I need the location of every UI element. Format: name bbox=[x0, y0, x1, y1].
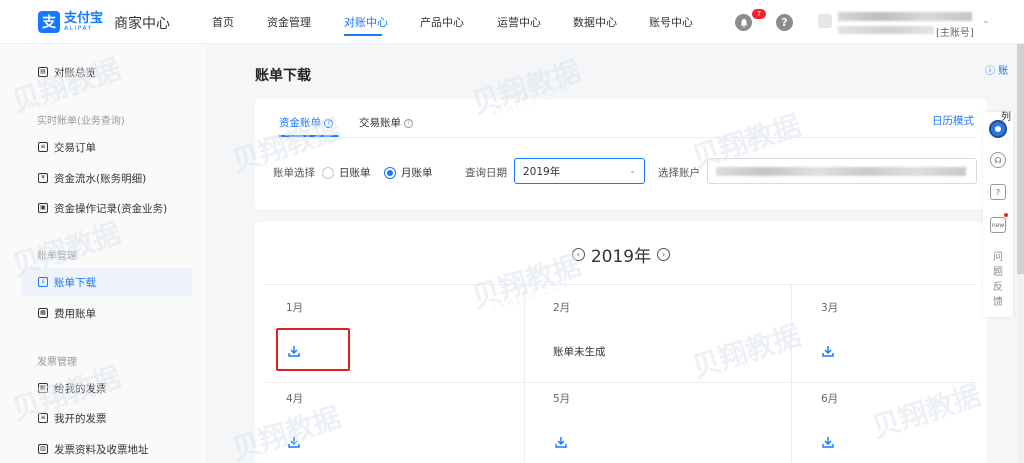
flow-icon: ¥ bbox=[38, 173, 48, 183]
sidebar: ▤ 对账总览 实时账单(业务查询) ≡ 交易订单 ¥ 资金流水(账务明细) ▣ … bbox=[0, 44, 206, 463]
radio-circle bbox=[322, 166, 334, 179]
nav-item-data[interactable]: 数据中心 bbox=[573, 14, 617, 30]
new-indicator-dot bbox=[1004, 213, 1008, 217]
download-icon-mar[interactable] bbox=[821, 344, 835, 358]
calendar-card: ‹ 2019年 › 1月 2月 3月 账单未生成 4月 5月 6月 bbox=[255, 222, 987, 463]
overview-icon: ▤ bbox=[38, 67, 48, 77]
user-name-redacted bbox=[838, 12, 972, 21]
record-icon: ▣ bbox=[38, 203, 48, 213]
radio-circle-checked bbox=[384, 166, 396, 179]
floating-toolbar: ☊ ? new 问题反馈 bbox=[983, 112, 1013, 317]
month-apr-label: 4月 bbox=[286, 393, 304, 405]
sidebar-item-bill-download[interactable]: ↓ 账单下载 bbox=[22, 268, 192, 296]
tab-trade-bill[interactable]: 交易账单? bbox=[359, 115, 413, 130]
nav-item-products[interactable]: 产品中心 bbox=[420, 14, 464, 30]
month-may-label: 5月 bbox=[553, 393, 571, 405]
bill-not-generated: 账单未生成 bbox=[553, 346, 606, 358]
query-date-label: 查询日期 bbox=[465, 167, 507, 179]
sidebar-item-invoices-to-me[interactable]: ▤ 给我的发票 bbox=[22, 374, 192, 402]
address-icon: ▥ bbox=[38, 444, 48, 454]
bill-icon: ▦ bbox=[38, 308, 48, 318]
bell-icon[interactable] bbox=[735, 14, 752, 31]
headset-icon[interactable]: ☊ bbox=[990, 152, 1006, 168]
sidebar-group-bill-management: 账单管理 bbox=[37, 251, 77, 262]
radio-daily-bill[interactable]: 日账单 bbox=[322, 165, 371, 180]
nav-item-reconciliation[interactable]: 对账中心 bbox=[344, 14, 388, 30]
year-switcher: ‹ 2019年 › bbox=[255, 242, 987, 267]
month-jun-label: 6月 bbox=[821, 393, 839, 405]
scrollbar-thumb[interactable] bbox=[1017, 44, 1024, 274]
nav-item-account[interactable]: 账号中心 bbox=[649, 14, 693, 30]
help-circle-icon: ⓘ bbox=[985, 66, 995, 77]
notification-badge: 7 bbox=[752, 9, 766, 19]
user-id-redacted bbox=[838, 26, 934, 34]
invoice-out-icon: ≡ bbox=[38, 413, 48, 423]
invoice-icon: ▤ bbox=[38, 383, 48, 393]
page-title: 账单下载 bbox=[255, 68, 311, 84]
calendar-mode-link[interactable]: 日历模式 bbox=[932, 113, 974, 128]
month-jan-label: 1月 bbox=[286, 302, 304, 314]
month-mar-label: 3月 bbox=[821, 302, 839, 314]
nav-active-underline bbox=[344, 34, 382, 36]
next-year-icon[interactable]: › bbox=[657, 248, 671, 261]
sidebar-group-realtime: 实时账单(业务查询) bbox=[37, 116, 125, 127]
document-icon: ≡ bbox=[38, 142, 48, 152]
year-label: 2019年 bbox=[590, 247, 652, 267]
feedback-button[interactable]: 问题反馈 bbox=[992, 250, 1004, 310]
download-icon: ↓ bbox=[38, 277, 48, 287]
bill-select-label: 账单选择 bbox=[273, 167, 315, 179]
top-bar: 支 支付宝 ALIPAY 商家中心 首页 资金管理 对账中心 产品中心 运营中心… bbox=[0, 0, 1024, 44]
account-select-label: 选择账户 bbox=[658, 167, 700, 179]
prev-year-icon[interactable]: ‹ bbox=[571, 248, 585, 261]
sidebar-item-overview[interactable]: ▤ 对账总览 bbox=[22, 58, 192, 86]
nav-item-operations[interactable]: 运营中心 bbox=[497, 14, 541, 30]
question-icon[interactable]: ? bbox=[324, 119, 333, 128]
sidebar-group-invoice: 发票管理 bbox=[37, 357, 77, 368]
sidebar-item-fund-operations[interactable]: ▣ 资金操作记录(资金业务) bbox=[22, 194, 192, 222]
filter-card: 资金账单? 交易账单? 日历模式 账单选择 日账单 月账单 查询日期 2019年… bbox=[255, 99, 987, 209]
account-select[interactable] bbox=[707, 158, 977, 184]
merchant-center-title: 商家中心 bbox=[114, 16, 170, 32]
nav-item-home[interactable]: 首页 bbox=[212, 14, 234, 30]
download-icon-jun[interactable] bbox=[821, 435, 835, 449]
new-icon[interactable]: new bbox=[990, 217, 1006, 233]
grid-divider bbox=[265, 284, 977, 285]
column-menu-label[interactable]: 列 bbox=[1001, 108, 1011, 123]
query-date-select[interactable]: 2019年 ⌄ bbox=[514, 158, 645, 184]
tab-fund-bill[interactable]: 资金账单? bbox=[279, 115, 333, 130]
sidebar-item-invoice-settings[interactable]: ▥ 发票资料及收票地址 bbox=[22, 435, 192, 463]
avatar[interactable] bbox=[818, 14, 832, 28]
tab-active-underline bbox=[279, 135, 339, 137]
question-box-icon[interactable]: ? bbox=[990, 184, 1006, 200]
sidebar-item-trade-orders[interactable]: ≡ 交易订单 bbox=[22, 133, 192, 161]
grid-divider bbox=[265, 382, 977, 383]
chevron-down-icon: ⌄ bbox=[629, 166, 636, 175]
alipay-logo[interactable]: 支 支付宝 ALIPAY bbox=[38, 11, 103, 33]
chevron-down-icon[interactable]: ⌄ bbox=[982, 16, 990, 26]
nav-item-funds[interactable]: 资金管理 bbox=[267, 14, 311, 30]
highlight-box bbox=[276, 328, 350, 371]
question-icon[interactable]: ? bbox=[404, 119, 413, 128]
sidebar-item-fee-bill[interactable]: ▦ 费用账单 bbox=[22, 299, 192, 327]
brand-name-en: ALIPAY bbox=[64, 25, 93, 32]
download-icon-apr[interactable] bbox=[287, 435, 301, 449]
account-redacted bbox=[716, 166, 966, 176]
tab-divider bbox=[265, 137, 977, 138]
user-role: [主账号] bbox=[936, 28, 974, 39]
download-icon-may[interactable] bbox=[554, 435, 568, 449]
grid-divider bbox=[791, 284, 792, 463]
help-link[interactable]: ⓘ 账 bbox=[985, 62, 1008, 77]
sidebar-item-my-invoices[interactable]: ≡ 我开的发票 bbox=[22, 404, 192, 432]
brand-name: 支付宝 bbox=[64, 11, 104, 26]
help-icon[interactable]: ? bbox=[776, 14, 793, 31]
sidebar-item-fund-flow[interactable]: ¥ 资金流水(账务明细) bbox=[22, 164, 192, 192]
alipay-logo-icon: 支 bbox=[38, 11, 60, 33]
grid-divider bbox=[524, 284, 525, 463]
radio-monthly-bill[interactable]: 月账单 bbox=[384, 165, 433, 180]
month-feb-label: 2月 bbox=[553, 302, 571, 314]
